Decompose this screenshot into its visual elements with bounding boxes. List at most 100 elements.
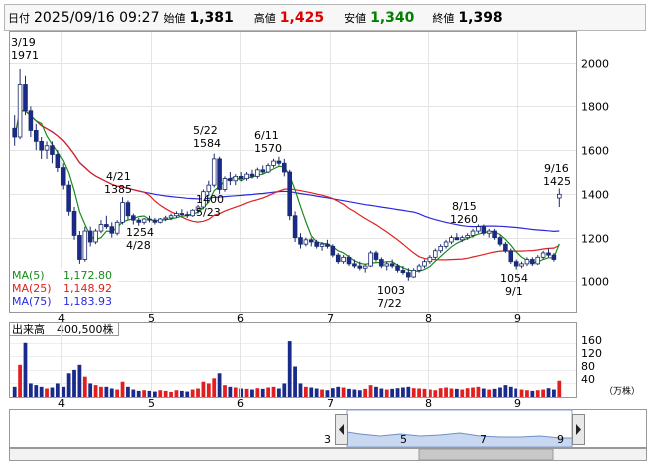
candle-body-down xyxy=(308,239,314,243)
month-tick-label: 8 xyxy=(425,397,432,410)
volume-bar xyxy=(341,387,346,397)
candle-body-down xyxy=(551,254,557,260)
candle xyxy=(82,226,88,262)
candle-body-up xyxy=(163,217,168,220)
candle-body-down xyxy=(513,261,519,267)
volume-bar xyxy=(28,383,33,397)
volume-bar xyxy=(492,388,497,397)
candle xyxy=(222,176,228,192)
volume-bar xyxy=(136,390,141,397)
volume-bar xyxy=(34,385,39,397)
volume-bar xyxy=(77,364,82,397)
candle-body-down xyxy=(481,226,487,234)
annotation-date: 8/15 xyxy=(452,200,477,213)
volume-bar xyxy=(444,387,448,397)
candle-body-down xyxy=(66,184,71,212)
candle xyxy=(292,211,298,242)
annotation-price: 1584 xyxy=(193,137,221,150)
volume-bar xyxy=(368,385,373,397)
candle-body-down xyxy=(23,84,28,112)
navigator-label: 9 xyxy=(557,433,564,446)
volume-bar xyxy=(287,341,292,397)
annotation-price: 1570 xyxy=(254,142,282,155)
volume-bar xyxy=(196,388,200,397)
volume-bar xyxy=(99,386,103,397)
volume-bar xyxy=(217,373,222,397)
annotation-date: 6/11 xyxy=(254,129,279,142)
volume-bar xyxy=(465,388,470,397)
candle-body-up xyxy=(557,193,562,199)
navigator-label: 3 xyxy=(324,433,331,446)
volume-bar xyxy=(109,388,114,397)
volume-bar xyxy=(374,386,378,397)
volume-bar xyxy=(422,388,427,397)
candle-body-down xyxy=(147,218,152,221)
candle-body-down xyxy=(136,219,142,223)
annotation-date: 9/16 xyxy=(544,162,569,175)
ma25-legend-label: MA(25) xyxy=(12,282,52,295)
candle-body-down xyxy=(530,259,535,265)
price-tick-label: 1800 xyxy=(581,101,609,114)
candle-body-down xyxy=(503,243,508,252)
volume-bar xyxy=(357,390,362,397)
ma5-legend-value: 1,172.80 xyxy=(63,269,112,282)
volume-tick: 80 xyxy=(581,360,595,373)
candle-body-down xyxy=(508,250,514,263)
volume-bar xyxy=(298,383,303,397)
annotation-price: 1971 xyxy=(11,49,39,62)
volume-bar xyxy=(201,381,206,397)
candle xyxy=(287,169,292,221)
candle-body-up xyxy=(271,160,276,166)
volume-bar xyxy=(66,373,71,397)
candle-body-up xyxy=(319,243,325,247)
candle-body-up xyxy=(303,239,309,245)
candle-body-down xyxy=(12,127,17,138)
ma75-legend-value: 1,183.93 xyxy=(63,295,112,308)
candle-body-down xyxy=(406,272,411,278)
candle-body-down xyxy=(330,245,336,256)
candle xyxy=(508,248,514,264)
annotation-price: 1425 xyxy=(543,175,571,188)
candle-body-up xyxy=(449,237,454,243)
candle-body-down xyxy=(454,237,460,241)
candle-body-up xyxy=(244,173,249,179)
candle xyxy=(368,250,373,268)
candle-body-up xyxy=(438,245,443,252)
volume-bar xyxy=(395,388,400,397)
volume-bar xyxy=(406,386,411,397)
navigator-left-handle[interactable] xyxy=(335,414,348,445)
annotation-date: 5/23 xyxy=(196,206,221,219)
candle-body-down xyxy=(87,230,93,243)
candle-body-up xyxy=(341,256,346,263)
annotation-price: 1385 xyxy=(104,183,132,196)
candle-body-up xyxy=(222,178,228,190)
candle-body-down xyxy=(546,252,551,256)
volume-bar xyxy=(535,390,540,397)
volume-bar xyxy=(282,383,287,397)
volume-bar xyxy=(487,389,492,397)
candle-body-up xyxy=(233,175,239,182)
month-tick-label: 7 xyxy=(327,397,334,410)
candle xyxy=(217,156,222,194)
volume-bar xyxy=(239,388,244,397)
volume-bar xyxy=(88,383,93,397)
volume-bar xyxy=(271,386,276,397)
navigator-scrollbar-thumb[interactable] xyxy=(418,448,554,461)
candle-body-up xyxy=(432,250,438,258)
volume-bar xyxy=(293,366,297,397)
candle-body-down xyxy=(50,145,55,155)
navigator-right-handle[interactable] xyxy=(572,414,585,445)
volume-bar xyxy=(142,390,146,397)
volume-bar xyxy=(454,388,459,397)
candle-body-up xyxy=(535,256,541,265)
candle xyxy=(66,180,71,216)
candle-body-down xyxy=(276,160,282,164)
candle-body-up xyxy=(211,158,217,186)
volume-bar xyxy=(12,386,17,397)
volume-bar xyxy=(449,388,454,397)
volume-bar xyxy=(401,387,405,397)
volume-bar xyxy=(541,389,546,397)
volume-title: 出来高 xyxy=(12,322,45,336)
volume-bar xyxy=(190,389,195,397)
candle-body-down xyxy=(395,265,400,271)
